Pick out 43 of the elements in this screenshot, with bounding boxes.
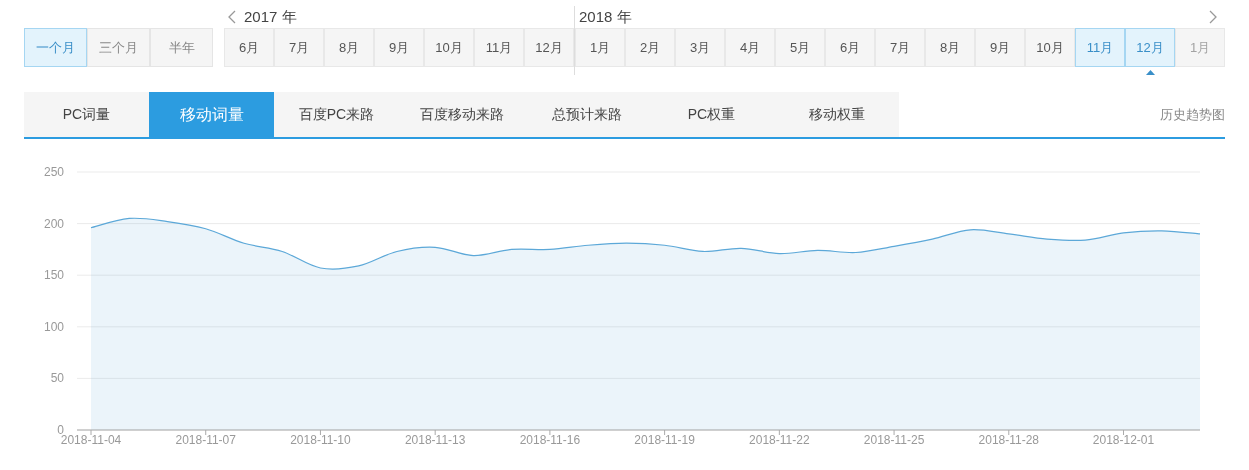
x-tick-label: 2018-11-13 bbox=[404, 433, 466, 447]
tab[interactable]: 百度PC来路 bbox=[274, 92, 399, 137]
month-button[interactable]: 7月 bbox=[274, 28, 324, 67]
x-tick-label: 2018-11-16 bbox=[519, 433, 581, 447]
y-tick-label: 250 bbox=[43, 165, 64, 179]
month-button[interactable]: 8月 bbox=[324, 28, 374, 67]
x-tick-label: 2018-11-07 bbox=[175, 433, 236, 447]
month-button[interactable]: 1月 bbox=[575, 28, 625, 67]
x-tick-label: 2018-11-10 bbox=[290, 433, 351, 447]
tab[interactable]: 移动权重 bbox=[774, 92, 899, 137]
y-tick-label: 50 bbox=[50, 371, 64, 386]
month-button[interactable]: 4月 bbox=[725, 28, 775, 67]
tab[interactable]: PC权重 bbox=[649, 92, 774, 137]
month-button[interactable]: 9月 bbox=[374, 28, 424, 67]
month-button[interactable]: 8月 bbox=[925, 28, 975, 67]
chevron-right-icon[interactable] bbox=[1209, 10, 1217, 24]
y-tick-label: 150 bbox=[43, 268, 64, 283]
month-button[interactable]: 3月 bbox=[675, 28, 725, 67]
month-button[interactable]: 2月 bbox=[625, 28, 675, 67]
x-tick-label: 2018-11-19 bbox=[634, 433, 695, 447]
x-tick-label: 2018-11-28 bbox=[978, 433, 1040, 447]
chevron-left-icon[interactable] bbox=[228, 10, 236, 24]
month-button[interactable]: 6月 bbox=[224, 28, 274, 67]
month-button[interactable]: 11月 bbox=[474, 28, 524, 67]
tab[interactable]: PC词量 bbox=[24, 92, 149, 137]
history-trend-link[interactable]: 历史趋势图 bbox=[1160, 104, 1225, 125]
x-tick-label: 2018-11-22 bbox=[749, 433, 810, 447]
month-button[interactable]: 5月 bbox=[775, 28, 825, 67]
pointer-triangle-icon bbox=[1145, 70, 1155, 75]
year-label: 2018 年 bbox=[579, 6, 632, 27]
year-label: 2017 年 bbox=[244, 6, 297, 27]
month-button[interactable]: 9月 bbox=[975, 28, 1025, 67]
tab[interactable]: 总预计来路 bbox=[524, 92, 649, 137]
y-tick-label: 100 bbox=[43, 319, 64, 334]
month-button[interactable]: 10月 bbox=[424, 28, 474, 67]
x-tick-label: 2018-11-25 bbox=[863, 433, 925, 447]
tab[interactable]: 百度移动来路 bbox=[399, 92, 524, 137]
x-tick-label: 2018-12-01 bbox=[1092, 433, 1155, 447]
month-button[interactable]: 7月 bbox=[875, 28, 925, 67]
month-button[interactable]: 12月 bbox=[524, 28, 574, 67]
y-tick-label: 200 bbox=[43, 216, 64, 231]
month-button[interactable]: 6月 bbox=[825, 28, 875, 67]
month-button[interactable]: 10月 bbox=[1025, 28, 1075, 67]
